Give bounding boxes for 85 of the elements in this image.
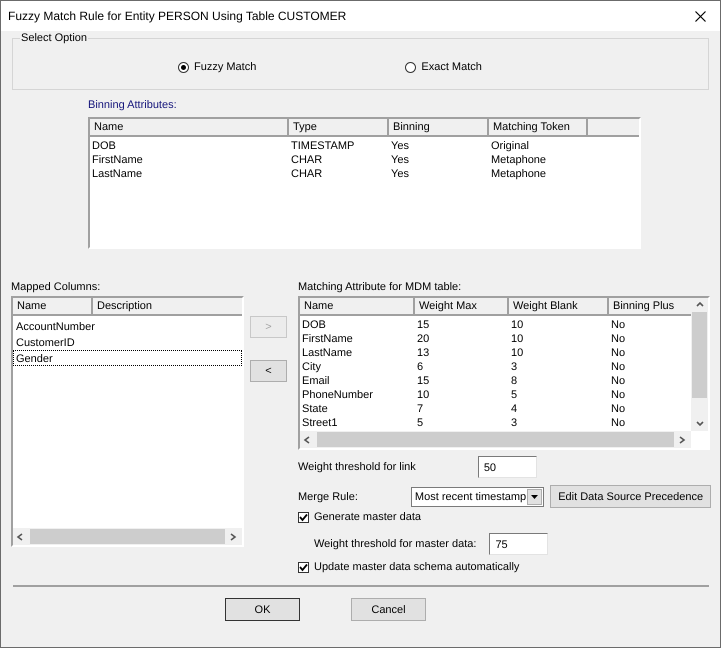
table-cell: No — [611, 403, 626, 415]
ok-button[interactable]: OK — [225, 598, 300, 621]
edit-precedence-button[interactable]: Edit Data Source Precedence — [550, 485, 712, 508]
table-cell: DOB — [302, 319, 326, 331]
column-header[interactable]: Weight Blank — [509, 298, 609, 316]
move-button[interactable]: < — [250, 360, 287, 382]
table-cell: No — [611, 417, 626, 429]
section-label: Matching Attribute for MDM table: — [298, 281, 462, 293]
column-header[interactable]: Weight Max — [415, 298, 509, 316]
table-cell: No — [611, 361, 626, 373]
table-cell: 20 — [417, 333, 430, 345]
horizontal-scrollbar[interactable] — [300, 431, 691, 448]
table-cell: 5 — [511, 389, 518, 401]
field-label: Weight threshold for link — [298, 461, 416, 473]
table-cell: CHAR — [291, 168, 322, 180]
table-cell: Original — [491, 140, 529, 152]
table-cell: 10 — [417, 389, 430, 401]
table-cell: 10 — [511, 319, 524, 331]
table-cell: Yes — [391, 154, 409, 166]
table-cell: 13 — [417, 347, 430, 359]
list-item[interactable]: Gender — [13, 350, 242, 366]
column-header[interactable]: Name — [300, 298, 415, 316]
table-cell: Yes — [391, 140, 409, 152]
chevron-down-icon[interactable] — [694, 419, 704, 429]
table-cell: No — [611, 389, 626, 401]
chevron-right-icon[interactable] — [229, 532, 239, 542]
column-header[interactable]: Name — [13, 298, 93, 316]
column-header[interactable]: Type — [289, 119, 389, 137]
list-item[interactable]: CustomerID — [13, 334, 242, 350]
field-label: Merge Rule: — [298, 490, 358, 502]
table-cell: No — [611, 347, 626, 359]
table-cell: No — [611, 375, 626, 387]
checkmark-icon — [299, 512, 308, 522]
window-title: Fuzzy Match Rule for Entity PERSON Using Table CUSTOMER — [8, 9, 346, 23]
table-cell: 3 — [511, 361, 518, 373]
vertical-scrollbar[interactable] — [691, 298, 708, 431]
table-cell: 3 — [511, 417, 518, 429]
column-header[interactable]: Description — [93, 298, 242, 316]
table-cell: Metaphone — [491, 154, 546, 166]
table-cell: 8 — [511, 375, 518, 387]
table-cell: CHAR — [291, 154, 322, 166]
merge-rule-dropdown[interactable]: Most recent timestamp — [410, 486, 544, 506]
checkmark-icon — [299, 562, 308, 572]
group-label: Select Option — [20, 32, 88, 44]
horizontal-scrollbar[interactable] — [13, 528, 242, 545]
table-cell: PhoneNumber — [302, 389, 373, 401]
table-cell: 5 — [417, 417, 424, 429]
column-header[interactable]: Matching Token — [489, 119, 588, 137]
checkbox[interactable]: Generate master data — [298, 511, 422, 523]
table-cell: 7 — [417, 403, 424, 415]
table-cell: TIMESTAMP — [291, 140, 354, 152]
column-header[interactable]: Binning — [389, 119, 489, 137]
link-threshold-field[interactable]: 50 — [478, 456, 537, 478]
table-cell: 15 — [417, 375, 430, 387]
table-cell: LastName — [302, 347, 352, 359]
table-cell: 6 — [417, 361, 424, 373]
table-cell: Yes — [391, 168, 409, 180]
column-header[interactable]: Name — [90, 119, 289, 137]
table-cell: 15 — [417, 319, 430, 331]
table-cell: FirstName — [92, 154, 143, 166]
table-cell: FirstName — [302, 333, 353, 345]
table-cell: No — [611, 333, 626, 345]
table-cell: 10 — [511, 333, 524, 345]
table-cell: 4 — [511, 403, 518, 415]
radio-option[interactable]: Exact Match — [405, 61, 482, 73]
table-cell: State — [302, 403, 328, 415]
master-threshold-field[interactable]: 75 — [489, 533, 548, 555]
table-cell: DOB — [92, 140, 116, 152]
table-cell: Metaphone — [491, 168, 546, 180]
table-cell: 10 — [511, 347, 524, 359]
table-cell: Email — [302, 375, 330, 387]
field-label: Weight threshold for master data: — [314, 538, 476, 550]
radio-option[interactable]: Fuzzy Match — [178, 61, 256, 73]
caret-icon — [531, 494, 538, 498]
chevron-right-icon[interactable] — [678, 434, 688, 444]
cancel-button[interactable]: Cancel — [351, 598, 426, 621]
table-cell: LastName — [92, 168, 142, 180]
section-label: Mapped Columns: — [11, 281, 102, 293]
checkbox[interactable]: Update master data schema automatically — [298, 561, 520, 573]
section-label: Binning Attributes: — [88, 99, 178, 111]
table-cell: Street1 — [302, 417, 338, 429]
table-cell: No — [611, 319, 626, 331]
table-cell: City — [302, 361, 321, 373]
list-item[interactable]: AccountNumber — [13, 318, 242, 334]
close-icon[interactable] — [695, 10, 706, 22]
